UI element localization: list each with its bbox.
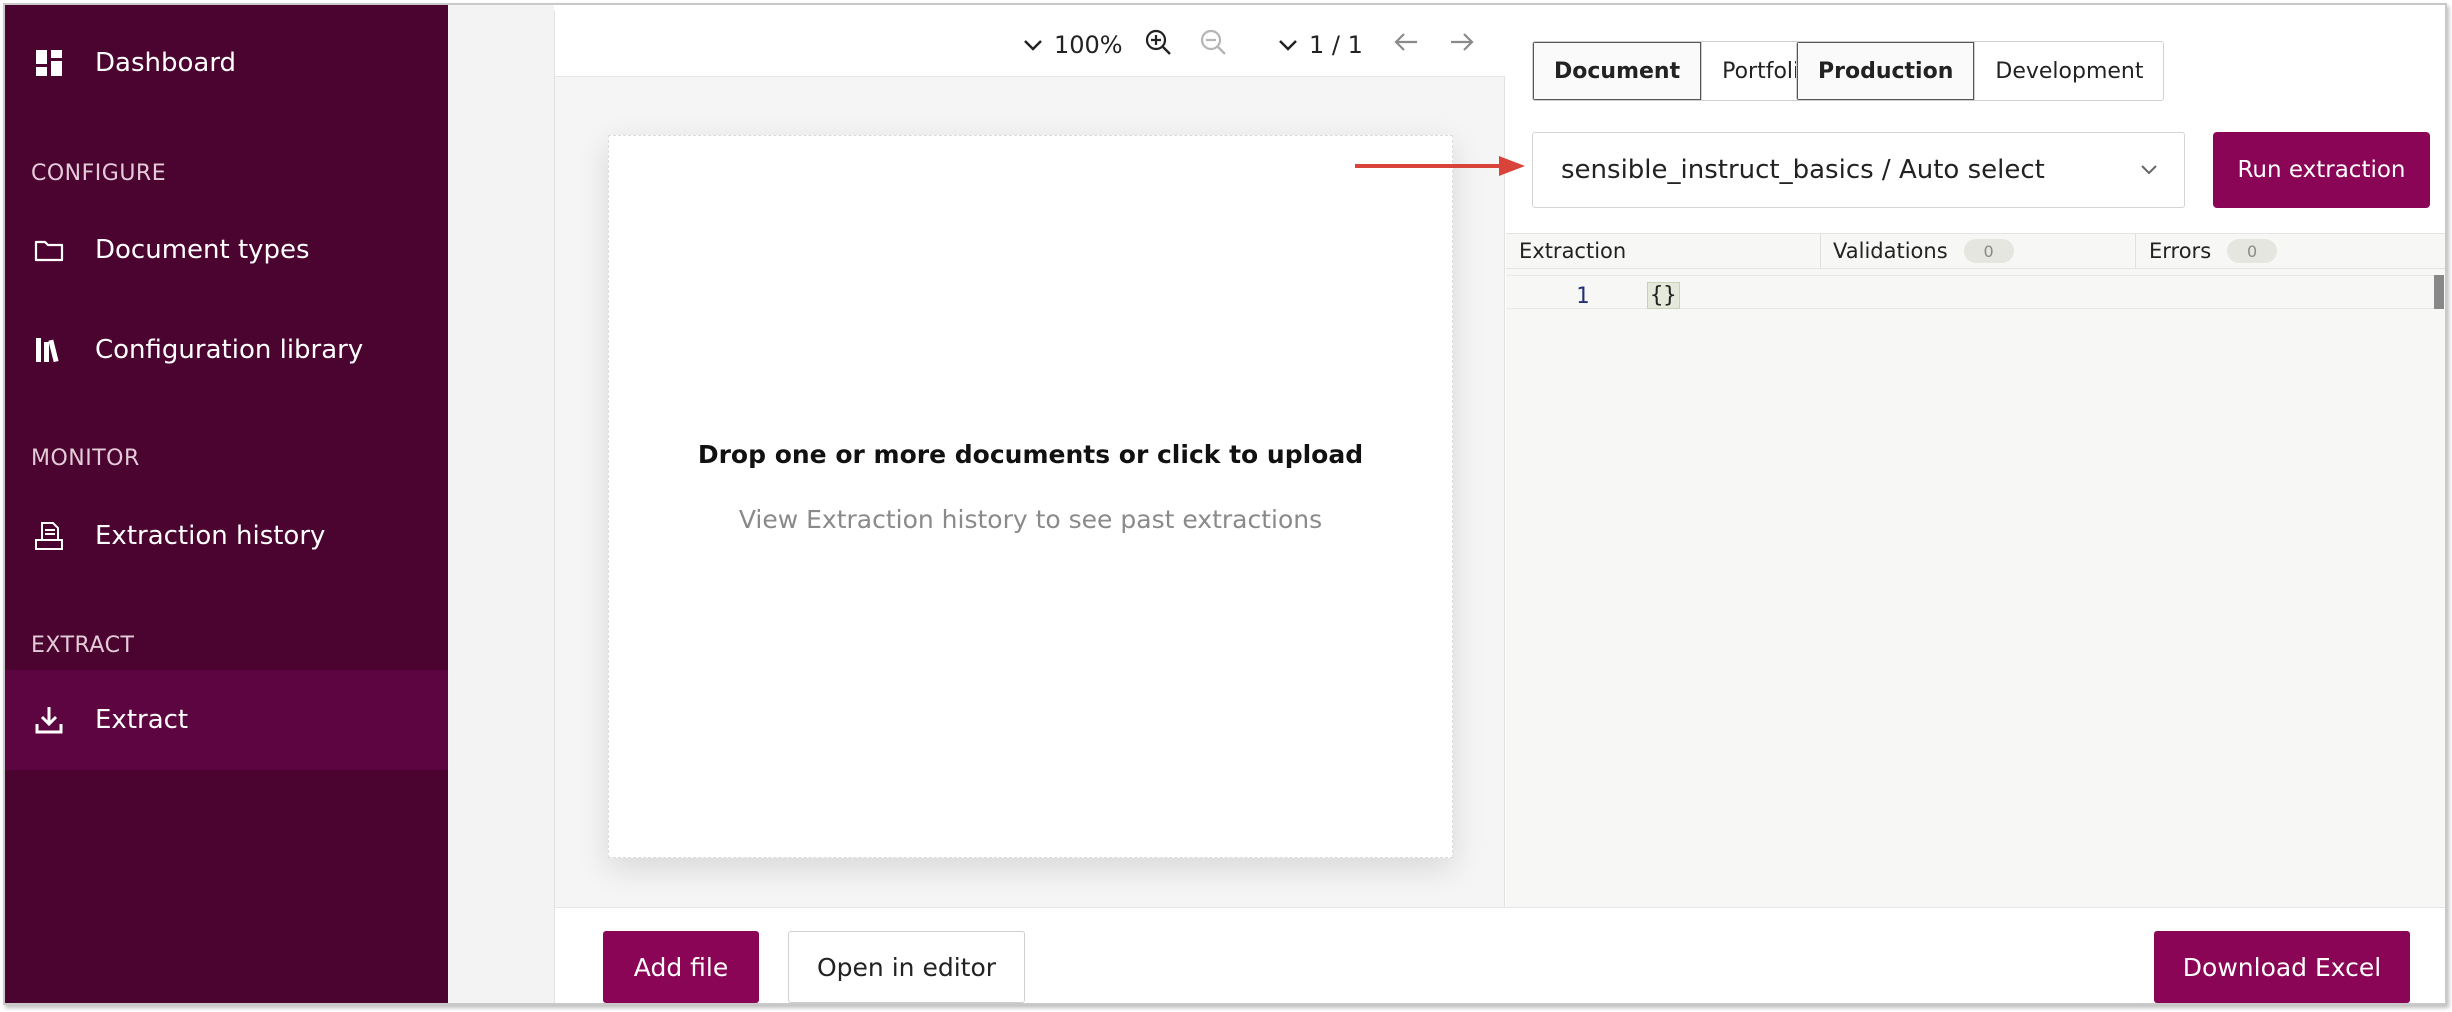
env-production-button[interactable]: Production: [1797, 42, 1975, 100]
previous-page-button[interactable]: [1391, 25, 1421, 65]
document-viewer: 100% 1 / 1 Drop one or more documents or…: [555, 11, 1505, 907]
sidebar-item-dashboard[interactable]: Dashboard: [5, 13, 448, 113]
zoom-select[interactable]: 100%: [1018, 25, 1123, 65]
arrow-right-icon: [1447, 27, 1477, 63]
history-document-icon: [33, 520, 65, 552]
chevron-down-icon: [1018, 30, 1048, 60]
tab-divider: [1820, 234, 1821, 268]
environment-toggle: Production Development: [1796, 41, 2165, 101]
json-editor[interactable]: 1 {}: [1506, 269, 2445, 907]
section-label-extract: EXTRACT: [31, 633, 135, 658]
chevron-down-icon: [2136, 157, 2162, 183]
editor-line: 1 {}: [1506, 275, 2436, 309]
sidebar-item-label: Dashboard: [95, 48, 237, 78]
sidebar-item-configuration-library[interactable]: Configuration library: [5, 300, 448, 400]
next-page-button[interactable]: [1447, 25, 1477, 65]
tab-divider: [2135, 234, 2136, 268]
sidebar-item-label: Extract: [95, 705, 189, 735]
dropzone-title: Drop one or more documents or click to u…: [697, 439, 1364, 469]
section-label-configure: CONFIGURE: [31, 161, 167, 186]
viewer-toolbar: 100% 1 / 1: [555, 11, 1505, 77]
sidebar-item-label: Extraction history: [95, 521, 326, 551]
sidebar-item-extraction-history[interactable]: Extraction history: [5, 486, 448, 586]
dropzone-subtitle: View Extraction history to see past extr…: [738, 504, 1323, 534]
zoom-in-button[interactable]: [1143, 25, 1173, 65]
line-number: 1: [1576, 284, 1590, 309]
app-window: Dashboard CONFIGURE Document types Confi…: [3, 3, 2447, 1005]
zoom-in-icon: [1143, 27, 1173, 63]
configuration-select[interactable]: sensible_instruct_basics / Auto select: [1532, 132, 2185, 208]
content-gutter: [448, 5, 554, 1003]
library-icon: [33, 334, 65, 366]
sidebar: Dashboard CONFIGURE Document types Confi…: [5, 5, 448, 1003]
dashboard-icon: [33, 47, 65, 79]
zoom-level: 100%: [1054, 31, 1123, 59]
sidebar-item-label: Configuration library: [95, 335, 364, 365]
tab-label: Validations: [1833, 239, 1948, 263]
tab-validations[interactable]: Validations 0: [1833, 234, 2014, 268]
mode-document-button[interactable]: Document: [1533, 42, 1702, 100]
tab-label: Extraction: [1519, 239, 1627, 263]
tab-label: Errors: [2149, 239, 2212, 263]
open-in-editor-button[interactable]: Open in editor: [788, 931, 1025, 1003]
folder-icon: [33, 234, 65, 266]
annotation-arrow-icon: [1355, 156, 1525, 176]
download-icon: [33, 704, 65, 736]
zoom-out-button[interactable]: [1198, 25, 1228, 65]
action-footer: Add file Open in editor Download Excel: [555, 907, 2445, 1003]
section-label-monitor: MONITOR: [31, 446, 140, 471]
sidebar-item-document-types[interactable]: Document types: [5, 200, 448, 300]
errors-count-badge: 0: [2227, 239, 2278, 263]
sidebar-item-label: Document types: [95, 235, 310, 265]
configuration-select-value: sensible_instruct_basics / Auto select: [1561, 155, 2045, 185]
zoom-out-icon: [1198, 27, 1228, 63]
chevron-down-icon: [1273, 30, 1303, 60]
tab-extraction[interactable]: Extraction: [1519, 234, 1626, 268]
mode-toggle: Document Portfolio: [1532, 41, 1834, 101]
page-select[interactable]: 1 / 1: [1273, 25, 1363, 65]
env-development-button[interactable]: Development: [1974, 42, 2164, 100]
result-tabs: Extraction Validations 0 Errors 0: [1506, 233, 2445, 269]
page-indicator: 1 / 1: [1309, 31, 1363, 59]
add-file-button[interactable]: Add file: [603, 931, 759, 1003]
validations-count-badge: 0: [1963, 239, 2014, 263]
upload-dropzone[interactable]: Drop one or more documents or click to u…: [608, 135, 1453, 858]
editor-content: {}: [1647, 282, 1680, 309]
tab-errors[interactable]: Errors 0: [2149, 234, 2278, 268]
sidebar-item-extract[interactable]: Extract: [5, 670, 448, 770]
arrow-left-icon: [1391, 27, 1421, 63]
extraction-panel: Document Portfolio Production Developmen…: [1506, 11, 2445, 907]
run-extraction-button[interactable]: Run extraction: [2213, 132, 2430, 208]
download-excel-button[interactable]: Download Excel: [2154, 931, 2410, 1003]
editor-scrollbar[interactable]: [2434, 275, 2444, 309]
